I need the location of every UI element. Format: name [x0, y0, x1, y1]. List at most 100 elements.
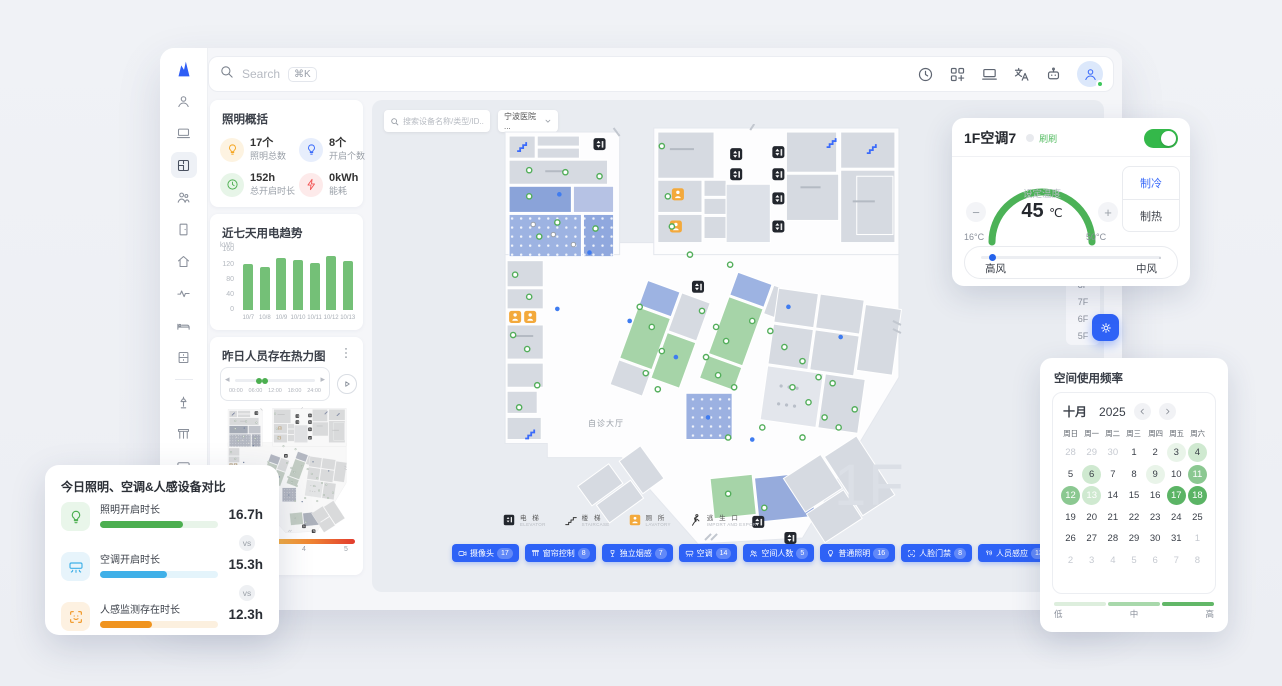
slider-handle[interactable]: [256, 378, 262, 384]
calendar-day[interactable]: 8: [1124, 465, 1143, 484]
floor-item-7f[interactable]: 7F: [1078, 297, 1089, 307]
sidebar-item-cabinet[interactable]: [171, 344, 197, 370]
calendar-day[interactable]: 31: [1167, 529, 1186, 548]
device-tag-ac[interactable]: 空调14: [679, 544, 738, 562]
sidebar-item-user[interactable]: [171, 88, 197, 114]
slider-track[interactable]: [235, 379, 315, 382]
apps-icon[interactable]: [949, 66, 966, 83]
calendar-day[interactable]: 7: [1167, 551, 1186, 570]
chart-ytick: 40: [214, 291, 234, 298]
calendar-day[interactable]: 6: [1082, 465, 1101, 484]
floor-item-5f[interactable]: 5F: [1078, 331, 1089, 341]
device-tag-curtain[interactable]: 窗帘控制8: [525, 544, 596, 562]
calendar-day[interactable]: 14: [1103, 486, 1122, 505]
floor-item-6f[interactable]: 6F: [1078, 314, 1089, 324]
fan-speed-right[interactable]: 中风: [1136, 261, 1157, 276]
calendar-day[interactable]: 2: [1146, 443, 1165, 462]
device-search-input[interactable]: 搜索设备名称/类型/ID...: [384, 110, 490, 132]
calendar-day[interactable]: 5: [1061, 465, 1080, 484]
device-tag-smoke[interactable]: 独立烟感7: [602, 544, 673, 562]
calendar-day[interactable]: 26: [1061, 529, 1080, 548]
calendar-day[interactable]: 11: [1188, 465, 1207, 484]
vs-badge: vs: [237, 583, 257, 603]
calendar-day[interactable]: 12: [1061, 486, 1080, 505]
calendar-next-button[interactable]: [1159, 403, 1176, 420]
calendar-day[interactable]: 1: [1124, 443, 1143, 462]
calendar-day[interactable]: 25: [1188, 508, 1207, 527]
temp-minus-button[interactable]: −: [966, 202, 986, 222]
calendar-day[interactable]: 5: [1124, 551, 1143, 570]
mode-cool-button[interactable]: 制冷: [1123, 167, 1179, 200]
calendar-day[interactable]: 30: [1146, 529, 1165, 548]
sidebar-item-lamp[interactable]: [171, 389, 197, 415]
sidebar-item-people[interactable]: [171, 184, 197, 210]
calendar-day[interactable]: 22: [1124, 508, 1143, 527]
calendar-day[interactable]: 24: [1167, 508, 1186, 527]
calendar-day[interactable]: 6: [1146, 551, 1165, 570]
play-button[interactable]: [337, 374, 357, 394]
calendar-day[interactable]: 1: [1188, 529, 1207, 548]
slider-prev-icon[interactable]: ◂: [225, 374, 230, 385]
device-tag-face[interactable]: 人脸门禁8: [901, 544, 972, 562]
history-icon[interactable]: [917, 66, 934, 83]
calendar-day[interactable]: 19: [1061, 508, 1080, 527]
calendar-day[interactable]: 23: [1146, 508, 1165, 527]
chart-bar: [260, 267, 270, 310]
fan-handle[interactable]: [989, 254, 996, 261]
translate-icon[interactable]: [1013, 66, 1030, 83]
calendar-day[interactable]: 16: [1146, 486, 1165, 505]
sidebar-item-door[interactable]: [171, 216, 197, 242]
calendar-day[interactable]: 27: [1082, 529, 1101, 548]
device-tag-bulb[interactable]: 普通照明16: [820, 544, 895, 562]
calendar-day[interactable]: 29: [1082, 443, 1101, 462]
calendar-day[interactable]: 20: [1082, 508, 1101, 527]
calendar-day[interactable]: 28: [1061, 443, 1080, 462]
sidebar-item-pulse[interactable]: [171, 280, 197, 306]
device-tag-camera[interactable]: 摄像头17: [452, 544, 519, 562]
calendar-day[interactable]: 4: [1103, 551, 1122, 570]
calendar-day[interactable]: 29: [1124, 529, 1143, 548]
chart-bar: [326, 256, 336, 310]
calendar-day[interactable]: 9: [1146, 465, 1165, 484]
monitor-icon: [176, 126, 191, 141]
calendar-day[interactable]: 17: [1167, 486, 1186, 505]
temp-plus-button[interactable]: +: [1098, 202, 1118, 222]
kebab-menu-icon[interactable]: [339, 346, 355, 362]
fan-speed-left[interactable]: 高风: [985, 261, 1006, 276]
calendar-prev-button[interactable]: [1134, 403, 1151, 420]
fan-speed-slider: 高风 中风: [964, 246, 1178, 279]
device-tag-people[interactable]: 空间人数5: [743, 544, 814, 562]
calendar-day[interactable]: 2: [1061, 551, 1080, 570]
calendar-day[interactable]: 30: [1103, 443, 1122, 462]
calendar-day[interactable]: 3: [1082, 551, 1101, 570]
fan-track[interactable]: [981, 256, 1161, 259]
calendar-day[interactable]: 10: [1167, 465, 1186, 484]
calendar-day[interactable]: 4: [1188, 443, 1207, 462]
calendar-day[interactable]: 8: [1188, 551, 1207, 570]
calendar-day[interactable]: 7: [1103, 465, 1122, 484]
map-legend-item: 逃 生 口IMPORT AND EXPORT: [689, 512, 760, 527]
calendar-day[interactable]: 21: [1103, 508, 1122, 527]
chart-bar: [276, 258, 286, 311]
assistant-icon[interactable]: [1045, 66, 1062, 83]
ac-power-toggle[interactable]: [1144, 129, 1178, 148]
calendar-day[interactable]: 18: [1188, 486, 1207, 505]
sidebar-item-monitor[interactable]: [171, 120, 197, 146]
slider-handle[interactable]: [262, 378, 268, 384]
calendar-day[interactable]: 3: [1167, 443, 1186, 462]
sidebar-item-home[interactable]: [171, 248, 197, 274]
global-search-input[interactable]: Search ⌘K: [219, 64, 917, 84]
floor-settings-button[interactable]: [1092, 314, 1119, 341]
laptop-icon[interactable]: [981, 66, 998, 83]
user-avatar[interactable]: [1077, 61, 1103, 87]
calendar-day[interactable]: 28: [1103, 529, 1122, 548]
stat-text: 8个开启个数: [329, 137, 365, 162]
sidebar-item-floorplan[interactable]: [171, 152, 197, 178]
calendar-day[interactable]: 15: [1124, 486, 1143, 505]
slider-next-icon[interactable]: ▸: [320, 374, 325, 385]
calendar-day[interactable]: 13: [1082, 486, 1101, 505]
sidebar-item-curtain[interactable]: [171, 421, 197, 447]
face-icon: [61, 602, 90, 631]
sidebar-item-bed[interactable]: [171, 312, 197, 338]
mode-heat-button[interactable]: 制热: [1123, 200, 1179, 233]
